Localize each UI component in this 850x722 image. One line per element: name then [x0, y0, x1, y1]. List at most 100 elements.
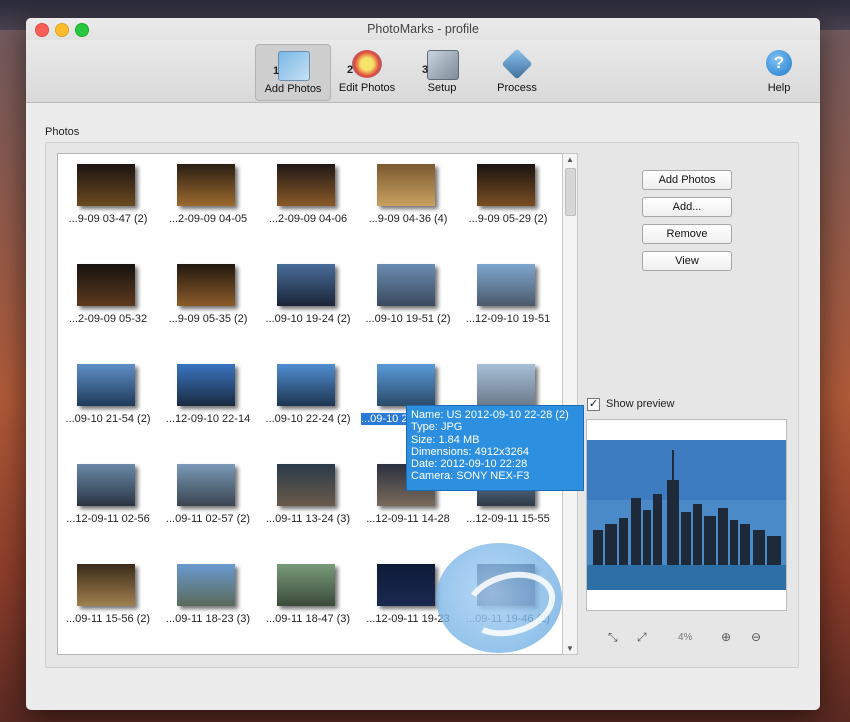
photo-caption: ...9-09 05-29 (2)	[468, 213, 548, 225]
photo-thumbnail-cell[interactable]: ...09-11 02-57 (2)	[158, 454, 258, 554]
photo-thumbnail-image[interactable]	[77, 164, 135, 206]
photo-thumbnail-cell[interactable]: ...12-09-10 22-14	[158, 354, 258, 454]
process-wand-icon	[501, 48, 533, 80]
tooltip-date: Date: 2012-09-10 22:28	[411, 458, 528, 471]
photo-thumbnail-image[interactable]	[177, 464, 235, 506]
photo-caption: ...9-09 05-35 (2)	[168, 313, 248, 325]
photos-section-label: Photos	[45, 126, 80, 138]
photo-thumbnail-image[interactable]	[477, 264, 535, 306]
photo-caption: ...09-11 15-56 (2)	[65, 613, 151, 625]
photo-caption: ...09-10 19-51 (2)	[365, 313, 451, 325]
zoom-level: 4%	[678, 632, 693, 643]
help-button[interactable]: ? Help	[742, 44, 816, 99]
photo-thumbnail-cell[interactable]: ...2-09-09 04-05	[158, 154, 258, 254]
photo-thumbnail-image[interactable]	[277, 164, 335, 206]
photo-thumbnail-cell[interactable]: ...09-11 18-23 (3)	[158, 554, 258, 654]
photo-thumbnail-image[interactable]	[77, 264, 135, 306]
photo-thumbnail-image[interactable]	[377, 364, 435, 406]
photo-thumbnail-cell[interactable]: ...2-09-09 05-32	[58, 254, 158, 354]
remove-button[interactable]: Remove	[642, 224, 732, 244]
photo-thumbnail-image[interactable]	[277, 564, 335, 606]
actual-size-icon[interactable]: ⤢	[637, 630, 647, 645]
watermark-logo	[436, 543, 563, 653]
photo-caption: ...9-09 03-47 (2)	[68, 213, 148, 225]
toolbar-label: Process	[497, 82, 537, 94]
photo-thumbnail-image[interactable]	[477, 364, 535, 406]
photo-thumbnail-cell[interactable]: ...09-11 18-47 (3)	[258, 554, 358, 654]
photo-thumbnail-image[interactable]	[377, 564, 435, 606]
zoom-window-button[interactable]	[75, 23, 89, 37]
fit-to-window-icon[interactable]: ⤡	[608, 630, 618, 645]
photo-thumbnail-cell[interactable]: ...9-09 03-47 (2)	[58, 154, 158, 254]
photo-caption: ...09-10 19-24 (2)	[265, 313, 351, 325]
photo-caption: ...09-10 22-24 (2)	[265, 413, 351, 425]
photo-caption: ...2-09-09 04-05	[168, 213, 248, 225]
toolbar-label: Add Photos	[264, 83, 322, 95]
step-number: 3	[422, 64, 429, 76]
tooltip-camera: Camera: SONY NEX-F3	[411, 470, 530, 483]
zoom-out-icon[interactable]: ⊖	[751, 630, 761, 644]
photo-thumbnail-cell[interactable]: ...09-11 15-56 (2)	[58, 554, 158, 654]
photo-thumbnail-image[interactable]	[77, 564, 135, 606]
photo-caption: ...12-09-10 22-14	[165, 413, 251, 425]
photo-thumbnail-image[interactable]	[177, 164, 235, 206]
photo-thumbnail-cell[interactable]: ...9-09 05-35 (2)	[158, 254, 258, 354]
toolbar-process-button[interactable]: Process	[480, 44, 554, 99]
photo-frame-icon	[278, 51, 310, 81]
camera-settings-icon	[427, 50, 459, 80]
photo-caption: ...09-11 18-47 (3)	[265, 613, 351, 625]
toolbar-edit-photos-button[interactable]: 2 Edit Photos	[330, 44, 404, 99]
tooltip-dimensions: Dimensions: 4912x3264	[411, 445, 530, 458]
toolbar: 1 Add Photos 2 Edit Photos 3 Setup Proce…	[26, 40, 820, 103]
scroll-down-arrow-icon[interactable]: ▼	[566, 644, 574, 653]
target-edit-icon	[352, 50, 382, 78]
photo-thumbnail-cell[interactable]: ...12-09-11 02-56	[58, 454, 158, 554]
photo-thumbnail-cell[interactable]: ...9-09 04-36 (4)	[358, 154, 458, 254]
photo-thumbnail-cell[interactable]: ...2-09-09 04-06	[258, 154, 358, 254]
add-photos-button[interactable]: Add Photos	[642, 170, 732, 190]
photo-thumbnail-image[interactable]	[377, 164, 435, 206]
watermark-swoosh-icon	[457, 562, 563, 646]
photo-caption: ...09-11 02-57 (2)	[165, 513, 251, 525]
photo-thumbnail-cell[interactable]: ...12-09-10 19-51	[458, 254, 558, 354]
toolbar-label: Setup	[427, 82, 457, 94]
photo-thumbnail-image[interactable]	[77, 464, 135, 506]
photo-thumbnail-image[interactable]	[277, 464, 335, 506]
photo-thumbnail-cell[interactable]: ...9-09 05-29 (2)	[458, 154, 558, 254]
app-window: PhotoMarks - profile 1 Add Photos 2 Edit…	[26, 18, 820, 710]
help-icon: ?	[766, 50, 792, 76]
photo-thumbnail-image[interactable]	[77, 364, 135, 406]
photo-thumbnail-cell[interactable]: ...09-10 21-54 (2)	[58, 354, 158, 454]
view-button[interactable]: View	[642, 251, 732, 271]
photo-caption: ...9-09 04-36 (4)	[368, 213, 448, 225]
show-preview-checkbox[interactable]: ✓	[587, 398, 600, 411]
toolbar-label: Help	[767, 82, 791, 94]
zoom-in-icon[interactable]: ⊕	[721, 630, 731, 644]
photo-thumbnail-image[interactable]	[177, 364, 235, 406]
step-number: 2	[347, 64, 354, 76]
photo-thumbnail-image[interactable]	[277, 264, 335, 306]
close-window-button[interactable]	[35, 23, 49, 37]
photo-thumbnail-image[interactable]	[277, 364, 335, 406]
show-preview-label: Show preview	[606, 398, 675, 410]
photo-thumbnail-cell[interactable]: ...09-10 22-24 (2)	[258, 354, 358, 454]
scroll-up-arrow-icon[interactable]: ▲	[566, 155, 574, 164]
photo-thumbnail-image[interactable]	[377, 264, 435, 306]
photo-thumbnail-cell[interactable]: ...09-10 19-51 (2)	[358, 254, 458, 354]
title-bar: PhotoMarks - profile	[26, 18, 820, 40]
photo-caption: ...09-11 13-24 (3)	[265, 513, 351, 525]
photo-info-tooltip: Name: US 2012-09-10 22-28 (2) Type: JPG …	[406, 405, 584, 491]
add-button[interactable]: Add...	[642, 197, 732, 217]
toolbar-label: Edit Photos	[338, 82, 396, 94]
photo-thumbnail-image[interactable]	[177, 564, 235, 606]
photo-grid-scrollbar[interactable]: ▲ ▼	[562, 153, 578, 655]
toolbar-setup-button[interactable]: 3 Setup	[405, 44, 479, 99]
photo-thumbnail-cell[interactable]: ...09-10 19-24 (2)	[258, 254, 358, 354]
tooltip-size: Size: 1.84 MB	[411, 433, 480, 446]
photo-thumbnail-cell[interactable]: ...09-11 13-24 (3)	[258, 454, 358, 554]
minimize-window-button[interactable]	[55, 23, 69, 37]
scrollbar-thumb[interactable]	[565, 168, 576, 216]
toolbar-add-photos-button[interactable]: 1 Add Photos	[255, 44, 331, 101]
photo-thumbnail-image[interactable]	[177, 264, 235, 306]
photo-thumbnail-image[interactable]	[477, 164, 535, 206]
